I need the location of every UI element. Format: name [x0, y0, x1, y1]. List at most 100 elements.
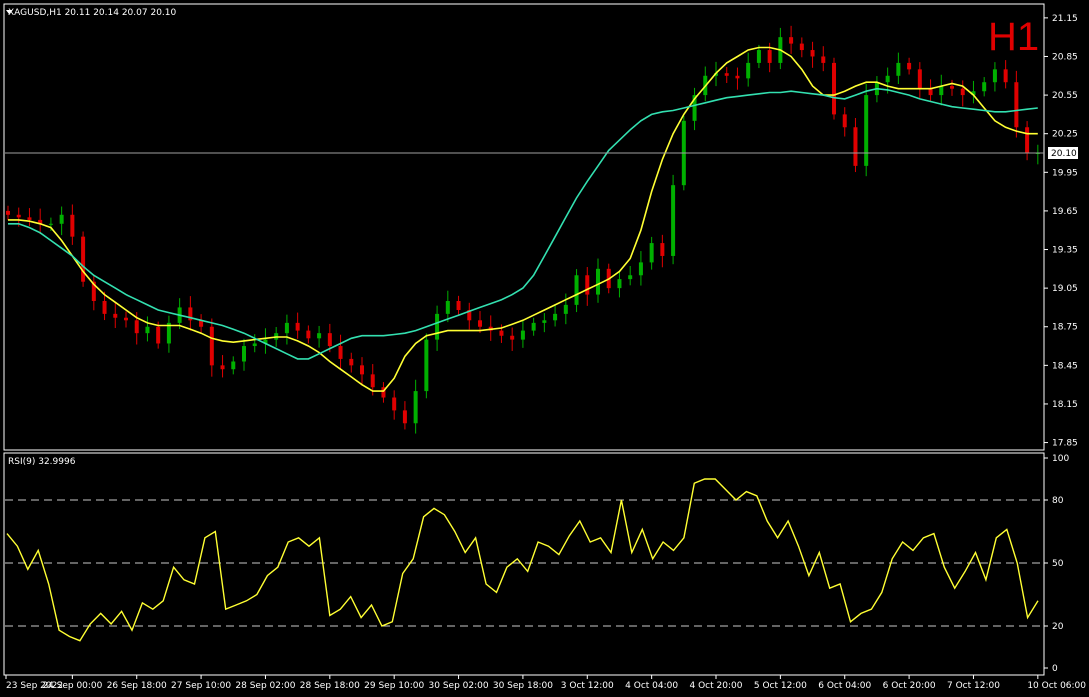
price-tick-label: 21.15: [1052, 14, 1078, 24]
time-tick-label: 29 Sep 10:00: [364, 681, 424, 691]
candle-body: [145, 326, 150, 334]
rsi-tick-label: 0: [1052, 664, 1058, 674]
price-tick-label: 20.55: [1052, 91, 1078, 101]
candle-body: [70, 214, 75, 237]
candle-body: [864, 95, 869, 166]
candle-body: [917, 69, 922, 89]
price-tick-label: 19.65: [1052, 207, 1078, 217]
candle-body: [360, 365, 365, 375]
current-price-label: 20.10: [1051, 149, 1077, 159]
candle-body: [821, 56, 826, 63]
candle-body: [810, 50, 815, 57]
rsi-tick-label: 80: [1052, 496, 1064, 506]
candle-body: [435, 313, 440, 340]
candle-body: [306, 330, 311, 339]
time-tick-label: 24 Sep 00:00: [42, 681, 102, 691]
candle-body: [134, 320, 139, 334]
time-tick-label: 27 Sep 10:00: [171, 681, 231, 691]
candle-body: [799, 43, 804, 51]
candle-body: [950, 86, 955, 89]
time-tick-label: 30 Sep 02:00: [429, 681, 489, 691]
timeframe-label: H1: [988, 15, 1039, 59]
candle-body: [746, 62, 751, 79]
candle-body: [370, 374, 375, 388]
price-tick-label: 18.75: [1052, 323, 1078, 333]
time-tick-label: 4 Oct 20:00: [690, 681, 743, 691]
candle-body: [939, 86, 944, 96]
price-tick-label: 18.45: [1052, 361, 1078, 371]
chart-background: [0, 0, 1089, 697]
candle-body: [907, 62, 912, 70]
candle-body: [960, 88, 965, 96]
candle-body: [842, 114, 847, 128]
time-tick-label: 6 Oct 04:00: [818, 681, 871, 691]
candle-body: [531, 322, 536, 331]
candle-body: [424, 339, 429, 392]
candle-body: [510, 335, 515, 340]
time-tick-label: 3 Oct 12:00: [561, 681, 614, 691]
candle-body: [853, 127, 858, 166]
time-tick-label: 5 Oct 12:00: [754, 681, 807, 691]
candle-body: [499, 330, 504, 336]
candle-body: [617, 279, 622, 289]
candle-body: [284, 322, 289, 334]
candle-body: [563, 304, 568, 314]
candle-body: [220, 365, 225, 370]
candle-body: [242, 346, 247, 362]
candle-body: [392, 397, 397, 411]
price-tick-label: 20.85: [1052, 52, 1078, 62]
time-tick-label: 30 Sep 18:00: [493, 681, 553, 691]
candle-body: [982, 82, 987, 92]
candle-body: [402, 410, 407, 424]
candle-body: [628, 275, 633, 280]
candle-body: [520, 330, 525, 340]
chart-canvas: 21.15 20.85 20.55 20.25 19.95 19.65 19.35 19.05…: [0, 0, 1089, 697]
candle-body: [596, 268, 601, 295]
candle-body: [638, 262, 643, 276]
price-tick-label: 20.25: [1052, 130, 1078, 140]
candle-body: [992, 69, 997, 83]
candle-body: [6, 210, 10, 215]
candle-body: [1025, 127, 1030, 153]
candle-body: [660, 243, 665, 256]
time-tick-label: 26 Sep 18:00: [107, 681, 167, 691]
price-tick-label: 18.15: [1052, 400, 1078, 410]
candle-body: [585, 275, 590, 295]
candle-body: [832, 62, 837, 115]
rsi-tick-label: 100: [1052, 454, 1069, 464]
candle-body: [1014, 82, 1019, 128]
candle-body: [789, 37, 794, 44]
time-tick-label: 6 Oct 20:00: [883, 681, 936, 691]
candle-body: [542, 320, 547, 323]
candle-body: [896, 62, 901, 76]
rsi-tick-label: 20: [1052, 622, 1064, 632]
price-tick-label: 19.95: [1052, 168, 1078, 178]
rsi-title: RSI(9) 32.9996: [8, 457, 76, 467]
candle-body: [231, 361, 236, 370]
candle-body: [124, 317, 129, 321]
candle-body: [671, 185, 676, 256]
candle-body: [252, 343, 257, 347]
price-tick-label: 19.05: [1052, 284, 1078, 294]
time-tick-label: 10 Oct 06:00: [1027, 681, 1086, 691]
time-tick-label: 28 Sep 02:00: [235, 681, 295, 691]
candle-body: [295, 322, 300, 331]
candle-body: [81, 236, 86, 282]
candle-body: [649, 243, 654, 263]
candle-body: [327, 333, 332, 347]
candle-body: [156, 326, 161, 344]
candle-body: [885, 75, 890, 83]
time-tick-label: 28 Sep 18:00: [300, 681, 360, 691]
candle-body: [48, 223, 53, 225]
price-tick-label: 19.35: [1052, 246, 1078, 256]
candle-body: [928, 88, 933, 96]
candle-body: [113, 313, 118, 318]
candle-body: [27, 217, 32, 220]
chart-header: XAGUSD,H1 20.11 20.14 20.07 20.10: [8, 8, 177, 18]
candle-body: [317, 333, 322, 339]
candle-body: [445, 301, 450, 314]
rsi-tick-label: 50: [1052, 559, 1064, 569]
candle-body: [574, 275, 579, 305]
candle-body: [724, 73, 729, 76]
candle-body: [756, 50, 761, 63]
